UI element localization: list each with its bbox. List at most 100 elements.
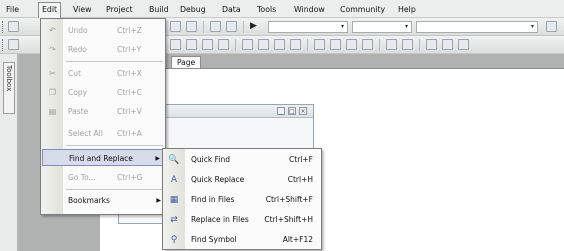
toolbox-tab[interactable]: Toolbox	[3, 62, 15, 114]
new-project-icon[interactable]	[8, 21, 19, 32]
find-combo[interactable]: ▾	[416, 21, 538, 33]
menu-separator	[66, 189, 163, 190]
menu-community[interactable]: Community	[340, 3, 385, 16]
align-rights-icon[interactable]	[202, 39, 213, 50]
increase-spacing-icon[interactable]	[330, 39, 341, 50]
horizontal-spacing-icon[interactable]	[314, 39, 325, 50]
toolbar-separator	[235, 39, 236, 51]
center-vertically-icon[interactable]	[402, 39, 413, 50]
redo-toolbar-icon[interactable]	[186, 21, 197, 32]
menu-item-label: Find Symbol	[191, 235, 237, 244]
toolbar-grip[interactable]	[2, 21, 5, 33]
menu-item-bookmarks[interactable]: Bookmarks ▶	[42, 192, 165, 209]
menu-item-label: Quick Replace	[191, 175, 245, 184]
menu-data[interactable]: Data	[222, 3, 241, 16]
menu-item-go-to[interactable]: Go To... Ctrl+G	[42, 169, 165, 186]
submenu-arrow-icon: ▶	[156, 197, 161, 204]
menu-debug[interactable]: Debug	[180, 3, 206, 16]
menu-item-label: Bookmarks	[68, 196, 110, 205]
menu-item-shortcut: Ctrl+Z	[117, 26, 142, 35]
quick-find-icon: 🔍	[168, 155, 180, 165]
toolbar-separator	[307, 39, 308, 51]
find-in-files-icon: ▦	[169, 195, 179, 205]
menu-item-shortcut: Ctrl+G	[117, 173, 143, 182]
menu-item-label: Copy	[68, 88, 88, 97]
menu-tools[interactable]: Tools	[257, 3, 276, 16]
make-same-size-icon[interactable]	[274, 39, 285, 50]
menu-help[interactable]: Help	[398, 3, 416, 16]
find-icon[interactable]	[546, 21, 557, 32]
toolbox-label: Toolbox	[5, 65, 13, 92]
menu-item-select-all[interactable]: Select All Ctrl+A	[42, 125, 165, 142]
navigate-back-icon[interactable]	[210, 21, 221, 32]
document-tab[interactable]: Page	[171, 56, 202, 68]
configuration-combo[interactable]: ▾	[268, 21, 348, 33]
close-icon[interactable]: ×	[299, 107, 307, 115]
menu-item-shortcut: Ctrl+Y	[117, 45, 142, 54]
start-debug-icon[interactable]: ▶	[250, 21, 261, 32]
cut-icon: ✂	[49, 69, 56, 78]
menu-item-cut[interactable]: ✂ Cut Ctrl+X	[42, 65, 165, 82]
submenu-arrow-icon: ▶	[155, 155, 160, 162]
size-to-grid-icon[interactable]	[290, 39, 301, 50]
menu-view[interactable]: View	[73, 3, 92, 16]
bring-to-front-icon[interactable]	[426, 39, 437, 50]
menu-item-shortcut: Alt+F12	[282, 235, 313, 244]
menu-item-shortcut: Ctrl+Shift+H	[264, 215, 313, 224]
menu-item-find-in-files[interactable]: ▦ Find in Files Ctrl+Shift+F	[164, 190, 321, 209]
menu-item-shortcut: Ctrl+A	[117, 129, 142, 138]
decrease-spacing-icon[interactable]	[346, 39, 357, 50]
menu-separator	[66, 61, 163, 62]
menu-item-copy[interactable]: ❐ Copy Ctrl+C	[42, 84, 165, 101]
align-lefts-icon[interactable]	[170, 39, 181, 50]
toolbar-grip[interactable]	[2, 39, 5, 51]
menu-separator	[66, 145, 163, 146]
platform-combo[interactable]: ▾	[352, 21, 412, 33]
menu-window[interactable]: Window	[294, 3, 325, 16]
menu-item-undo[interactable]: ↶ Undo Ctrl+Z	[42, 22, 165, 39]
undo-icon: ↶	[49, 26, 56, 35]
redo-icon: ↷	[49, 45, 56, 54]
menu-item-paste[interactable]: ▤ Paste Ctrl+V	[42, 103, 165, 120]
toolbar-separator	[379, 39, 380, 51]
menu-item-find-symbol[interactable]: ⚲ Find Symbol Alt+F12	[164, 230, 321, 249]
menu-item-find-and-replace[interactable]: Find and Replace ▶	[42, 149, 165, 166]
align-icon[interactable]	[8, 39, 19, 50]
menu-project[interactable]: Project	[106, 3, 133, 16]
menu-item-quick-find[interactable]: 🔍 Quick Find Ctrl+F	[164, 150, 321, 169]
menu-file[interactable]: File	[6, 3, 19, 16]
minimize-icon[interactable]: _	[277, 107, 285, 115]
menu-item-shortcut: Ctrl+F	[289, 155, 313, 164]
make-same-height-icon[interactable]	[258, 39, 269, 50]
menu-item-quick-replace[interactable]: A Quick Replace Ctrl+H	[164, 170, 321, 189]
menu-build[interactable]: Build	[149, 3, 169, 16]
menu-item-replace-in-files[interactable]: ⇄ Replace in Files Ctrl+Shift+H	[164, 210, 321, 229]
menu-item-shortcut: Ctrl+H	[287, 175, 313, 184]
menu-item-label: Go To...	[68, 173, 96, 182]
make-same-width-icon[interactable]	[242, 39, 253, 50]
find-symbol-icon: ⚲	[170, 235, 178, 245]
menu-bar: File Edit View Project Build Debug Data …	[0, 0, 564, 18]
menu-item-shortcut: Ctrl+Shift+F	[265, 195, 313, 204]
find-and-replace-submenu: 🔍 Quick Find Ctrl+F A Quick Replace Ctrl…	[162, 148, 322, 250]
quick-replace-icon: A	[170, 175, 178, 185]
toolbox-strip: Toolbox	[0, 54, 18, 251]
menu-item-shortcut: Ctrl+C	[117, 88, 142, 97]
remove-spacing-icon[interactable]	[362, 39, 373, 50]
toolbar-separator	[203, 21, 204, 33]
edit-menu: ↶ Undo Ctrl+Z ↷ Redo Ctrl+Y ✂ Cut Ctrl+X…	[40, 18, 166, 215]
maximize-icon[interactable]: □	[288, 107, 296, 115]
toolbar-separator	[419, 39, 420, 51]
center-horizontally-icon[interactable]	[386, 39, 397, 50]
menu-item-label: Redo	[68, 45, 87, 54]
menu-item-label: Select All	[68, 129, 103, 138]
send-to-back-icon[interactable]	[442, 39, 453, 50]
menu-edit[interactable]: Edit	[38, 2, 62, 18]
undo-toolbar-icon[interactable]	[170, 21, 181, 32]
replace-in-files-icon: ⇄	[170, 215, 178, 225]
align-tops-icon[interactable]	[218, 39, 229, 50]
menu-item-redo[interactable]: ↷ Redo Ctrl+Y	[42, 41, 165, 58]
tab-order-icon[interactable]	[458, 39, 469, 50]
align-centers-icon[interactable]	[186, 39, 197, 50]
navigate-forward-icon[interactable]	[226, 21, 237, 32]
